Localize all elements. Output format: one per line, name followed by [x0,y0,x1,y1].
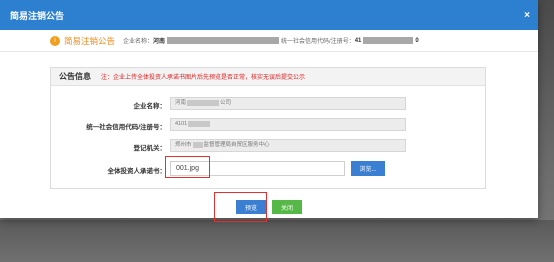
panel-header: 公告信息 注：企业上传全体投资人承诺书图片后先预览是否正常，核实无误后提交公示 [51,68,485,86]
company-name-value: 河南 [175,100,187,106]
credit-code-field: 4101 [170,118,406,131]
page-backdrop [0,220,554,262]
form-row-authority: 登记机关： 郑州市 监督管理局自贸区服务中心 [51,139,485,153]
header-credit-suffix: 0 [415,37,419,44]
company-name-suffix: 公司 [220,100,232,106]
announcement-dialog: 简易注销公告 × i 简易注销公告 企业名称： 河南 统一社会信用代码/注册号：… [0,0,538,222]
authority-value: 郑州市 [175,142,192,148]
redacted-block [167,37,280,44]
credit-code-value: 4101 [175,121,188,127]
close-icon[interactable]: × [524,10,530,21]
header-credit-label: 统一社会信用代码/注册号： [281,39,355,45]
form-row-company: 企业名称： 河南 公司 [51,97,485,111]
credit-code-label: 统一社会信用代码/注册号： [86,124,166,131]
header-company-label: 企业名称： [123,39,154,45]
panel-title: 公告信息 [59,72,91,81]
header-credit-value: 41 [354,37,362,44]
info-icon: i [50,35,60,46]
form-row-credit: 统一社会信用代码/注册号： 4101 [51,118,485,132]
announcement-panel: 公告信息 注：企业上传全体投资人承诺书图片后先预览是否正常，核实无误后提交公示 … [50,67,486,189]
header-company-value: 河南 [153,39,166,45]
highlight-box-file [165,156,210,178]
close-button[interactable]: 关闭 [272,200,302,214]
company-name-label: 企业名称： [133,103,167,110]
authority-suffix: 监督管理局自贸区服务中心 [203,142,270,148]
authority-label: 登记机关： [133,145,167,152]
browse-button[interactable]: 浏览... [351,161,385,176]
commitment-label: 全体投资人承诺书： [107,168,167,175]
company-name-field: 河南 公司 [170,97,406,110]
announcement-header: i 简易注销公告 企业名称： 河南 统一社会信用代码/注册号： 41 0 [0,30,538,52]
redacted-block [192,141,203,148]
dialog-title: 简易注销公告 [10,10,65,21]
redacted-block [188,120,211,127]
authority-field: 郑州市 监督管理局自贸区服务中心 [170,139,406,152]
dialog-titlebar: 简易注销公告 × [0,0,538,30]
redacted-block [363,37,414,44]
header-title: 简易注销公告 [64,35,116,46]
header-company-info: 企业名称： 河南 统一社会信用代码/注册号： 41 0 [123,36,419,45]
highlight-box-preview [214,192,267,222]
form-row-commitment: 全体投资人承诺书： 001.jpg 浏览... [51,161,485,176]
redacted-block [187,99,220,106]
panel-note: 注：企业上传全体投资人承诺书图片后先预览是否正常，核实无误后提交公示 [101,75,306,81]
